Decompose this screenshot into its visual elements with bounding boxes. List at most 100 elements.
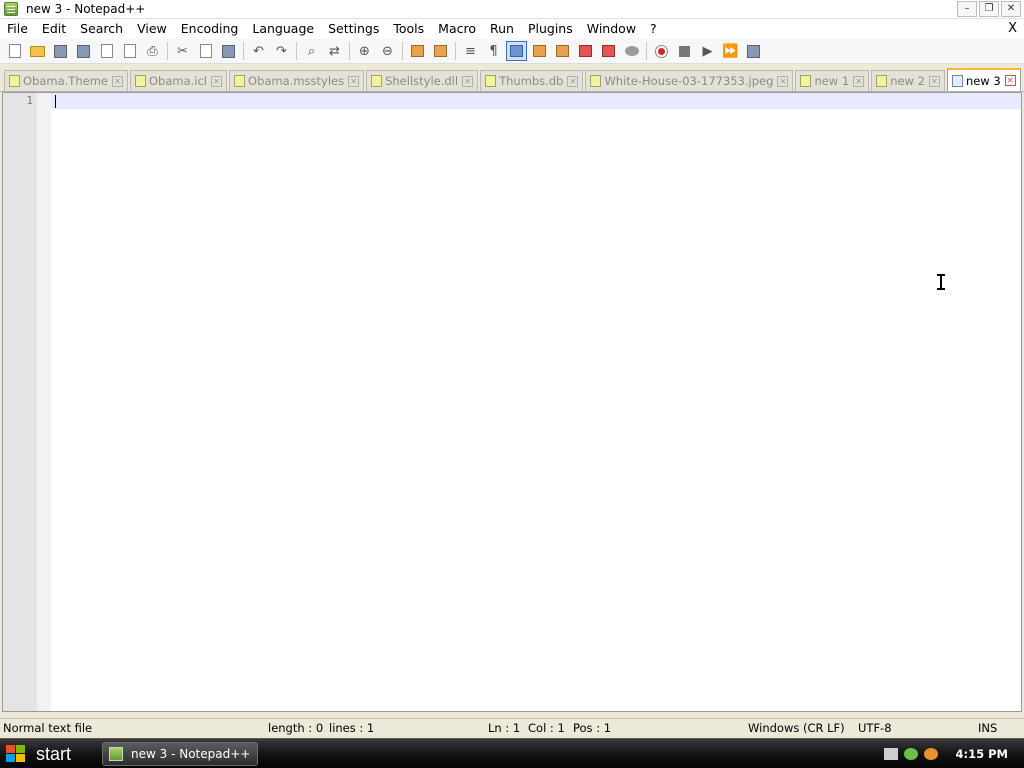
new-file-icon[interactable] (4, 41, 25, 61)
run-macro-multiple-icon[interactable]: ⏩ (720, 41, 741, 61)
tab-close-icon[interactable]: ✕ (1004, 75, 1016, 86)
tab-close-icon[interactable]: ✕ (462, 75, 474, 87)
tab-label: new 1 (814, 74, 850, 88)
tab-close-icon[interactable]: ✕ (348, 75, 360, 87)
folder-workspace-icon[interactable] (598, 41, 619, 61)
fold-margin[interactable] (37, 93, 51, 711)
tab-new-1[interactable]: new 1 ✕ (795, 70, 870, 91)
eol-status[interactable]: Windows (CR LF) (748, 721, 845, 735)
menu-tools[interactable]: Tools (386, 19, 431, 39)
menu-run[interactable]: Run (483, 19, 521, 39)
record-macro-icon[interactable] (651, 41, 672, 61)
save-icon[interactable] (50, 41, 71, 61)
position-status: Pos : 1 (573, 721, 612, 735)
tab-shellstyle-dll[interactable]: Shellstyle.dll ✕ (366, 70, 479, 91)
tab-new-3[interactable]: new 3 ✕ (946, 68, 1021, 91)
indent-guide-icon[interactable] (506, 41, 527, 61)
document-icon (951, 74, 963, 87)
menu-window[interactable]: Window (580, 19, 643, 39)
menu-search[interactable]: Search (73, 19, 130, 39)
menu-view[interactable]: View (130, 19, 174, 39)
close-all-icon[interactable] (119, 41, 140, 61)
sync-vertical-icon[interactable] (407, 41, 428, 61)
document-icon (134, 75, 146, 87)
open-file-icon[interactable] (27, 41, 48, 61)
tab-label: Thumbs.db (499, 74, 564, 88)
restore-button[interactable]: ❐ (979, 1, 999, 17)
notepadpp-task-icon (109, 747, 123, 761)
menu-language[interactable]: Language (245, 19, 321, 39)
tab-obama-theme[interactable]: Obama.Theme ✕ (4, 70, 128, 91)
clock[interactable]: 4:15 PM (956, 747, 1008, 761)
sync-horizontal-icon[interactable] (430, 41, 451, 61)
tab-label: new 3 (965, 73, 1001, 88)
editor-area[interactable]: 1 (2, 92, 1022, 712)
redo-icon[interactable]: ↷ (271, 41, 292, 61)
find-icon[interactable]: ⌕ (301, 41, 322, 61)
tab-white-house-jpeg[interactable]: White-House-03-177353.jpeg ✕ (585, 70, 794, 91)
close-icon[interactable] (96, 41, 117, 61)
print-icon[interactable]: ⎙ (142, 41, 163, 61)
window-controls: – ❐ ✕ (957, 1, 1021, 17)
zoom-in-icon[interactable]: ⊕ (354, 41, 375, 61)
tab-close-icon[interactable]: ✕ (928, 75, 940, 87)
toolbar-separator (296, 42, 297, 60)
copy-icon[interactable] (195, 41, 216, 61)
taskbar-notepadpp-button[interactable]: new 3 - Notepad++ (102, 742, 258, 766)
tab-close-icon[interactable]: ✕ (777, 75, 789, 87)
tab-new-2[interactable]: new 2 ✕ (871, 70, 945, 91)
menu-file[interactable]: File (0, 19, 35, 39)
paste-icon[interactable] (218, 41, 239, 61)
show-all-chars-icon[interactable]: ¶ (483, 41, 504, 61)
tab-label: Obama.Theme (23, 74, 108, 88)
task-label: new 3 - Notepad++ (131, 747, 251, 761)
cut-icon[interactable]: ✂ (172, 41, 193, 61)
start-button[interactable]: start (0, 739, 96, 768)
close-document-button[interactable]: X (1008, 19, 1017, 39)
play-macro-icon[interactable]: ▶ (697, 41, 718, 61)
tab-obama-msstyles[interactable]: Obama.msstyles ✕ (229, 70, 365, 91)
tab-thumbs-db[interactable]: Thumbs.db ✕ (480, 70, 584, 91)
save-macro-icon[interactable] (743, 41, 764, 61)
search-icon[interactable] (923, 748, 938, 760)
tab-close-icon[interactable]: ✕ (111, 75, 123, 87)
keyboard-icon[interactable] (883, 748, 898, 760)
document-icon (876, 75, 888, 87)
menu-encoding[interactable]: Encoding (174, 19, 246, 39)
notepadpp-app-icon[interactable] (4, 2, 18, 16)
tab-obama-icl[interactable]: Obama.icl ✕ (129, 70, 228, 91)
close-window-button[interactable]: ✕ (1001, 1, 1021, 17)
undo-icon[interactable]: ↶ (248, 41, 269, 61)
title-bar[interactable]: new 3 - Notepad++ – ❐ ✕ (0, 0, 1024, 19)
start-label: start (36, 743, 72, 764)
tab-label: Obama.msstyles (248, 74, 345, 88)
insert-mode-status[interactable]: INS (978, 721, 997, 735)
zoom-out-icon[interactable]: ⊖ (377, 41, 398, 61)
minimize-button[interactable]: – (957, 1, 977, 17)
monitoring-icon[interactable] (621, 41, 642, 61)
network-icon[interactable] (903, 748, 918, 760)
user-language-icon[interactable] (529, 41, 550, 61)
stop-macro-icon[interactable] (674, 41, 695, 61)
replace-icon[interactable]: ⇄ (324, 41, 345, 61)
tab-close-icon[interactable]: ✕ (211, 75, 223, 87)
toolbar-separator (455, 42, 456, 60)
menu-bar: File Edit Search View Encoding Language … (0, 19, 1024, 39)
menu-settings[interactable]: Settings (321, 19, 386, 39)
word-wrap-icon[interactable]: ≡ (460, 41, 481, 61)
document-icon (590, 75, 602, 87)
tab-close-icon[interactable]: ✕ (853, 75, 865, 87)
menu-help[interactable]: ? (643, 19, 664, 39)
menu-plugins[interactable]: Plugins (521, 19, 580, 39)
encoding-status[interactable]: UTF-8 (858, 721, 892, 735)
document-icon (485, 75, 497, 87)
tab-close-icon[interactable]: ✕ (567, 75, 579, 87)
column-status: Col : 1 (528, 721, 565, 735)
save-all-icon[interactable] (73, 41, 94, 61)
doc-map-icon[interactable] (552, 41, 573, 61)
menu-macro[interactable]: Macro (431, 19, 483, 39)
function-list-icon[interactable] (575, 41, 596, 61)
line-status: Ln : 1 (488, 721, 521, 735)
lines-status: lines : 1 (329, 721, 375, 735)
menu-edit[interactable]: Edit (35, 19, 73, 39)
